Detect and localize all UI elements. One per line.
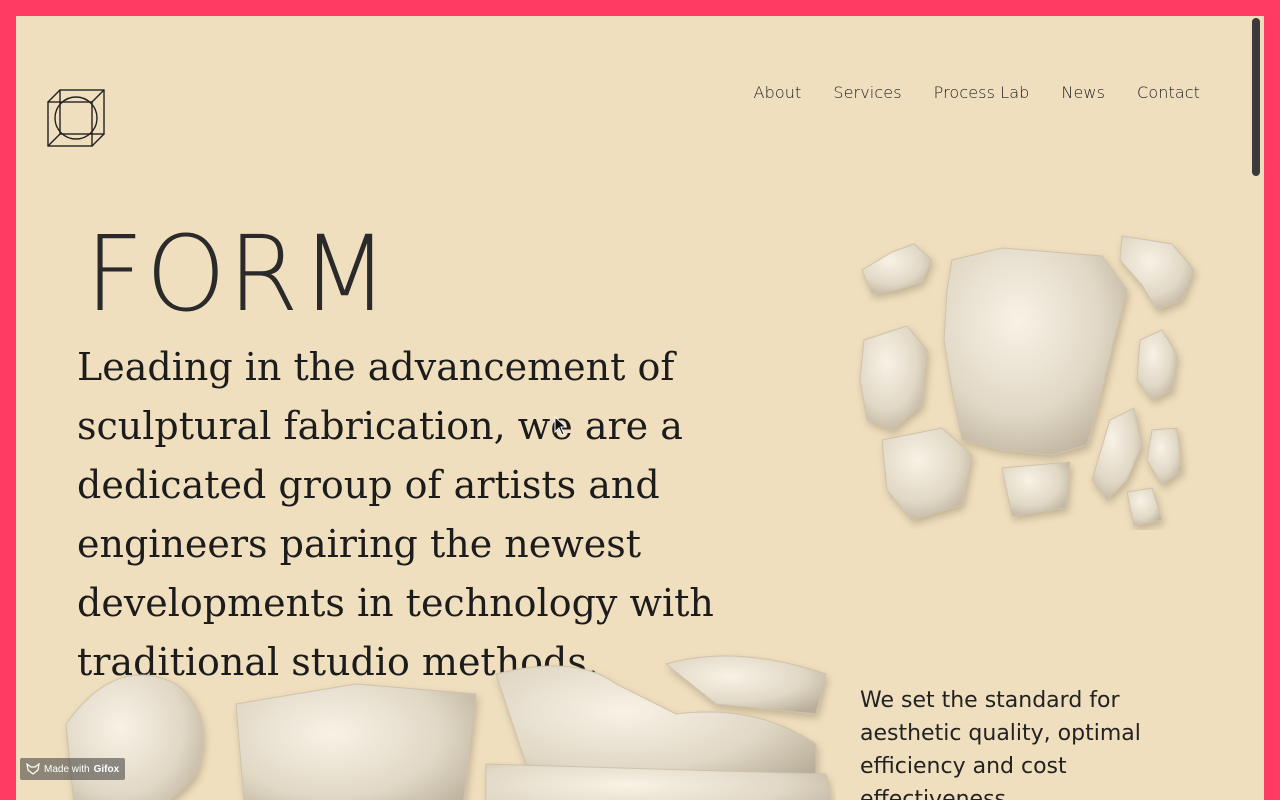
section-text: We set the standard for aesthetic qualit… bbox=[860, 688, 1141, 800]
main-nav: About Services Process Lab News Contact bbox=[754, 83, 1200, 102]
nav-about[interactable]: About bbox=[754, 83, 802, 102]
hero-lead: Leading in the advancement of sculptural… bbox=[77, 345, 714, 684]
nav-contact[interactable]: Contact bbox=[1137, 83, 1200, 102]
fox-icon bbox=[26, 763, 40, 775]
mouse-cursor-icon bbox=[554, 416, 568, 436]
nav-news[interactable]: News bbox=[1061, 83, 1105, 102]
scrollbar-thumb[interactable] bbox=[1252, 18, 1260, 176]
vertical-scrollbar[interactable] bbox=[1248, 16, 1264, 800]
sculpture-slabs-image bbox=[65, 655, 832, 800]
brand-title: FORM bbox=[85, 213, 391, 335]
gifox-badge[interactable]: Made with Gifox bbox=[20, 758, 126, 780]
gifox-brand: Gifox bbox=[93, 763, 120, 775]
nav-process-lab[interactable]: Process Lab bbox=[934, 83, 1030, 102]
cube-circle-logo-icon[interactable] bbox=[46, 88, 106, 148]
page: About Services Process Lab News Contact … bbox=[16, 16, 1264, 800]
gifox-prefix: Made with bbox=[44, 763, 90, 775]
sculpture-fragments-image bbox=[859, 235, 1195, 527]
nav-services[interactable]: Services bbox=[833, 83, 901, 102]
